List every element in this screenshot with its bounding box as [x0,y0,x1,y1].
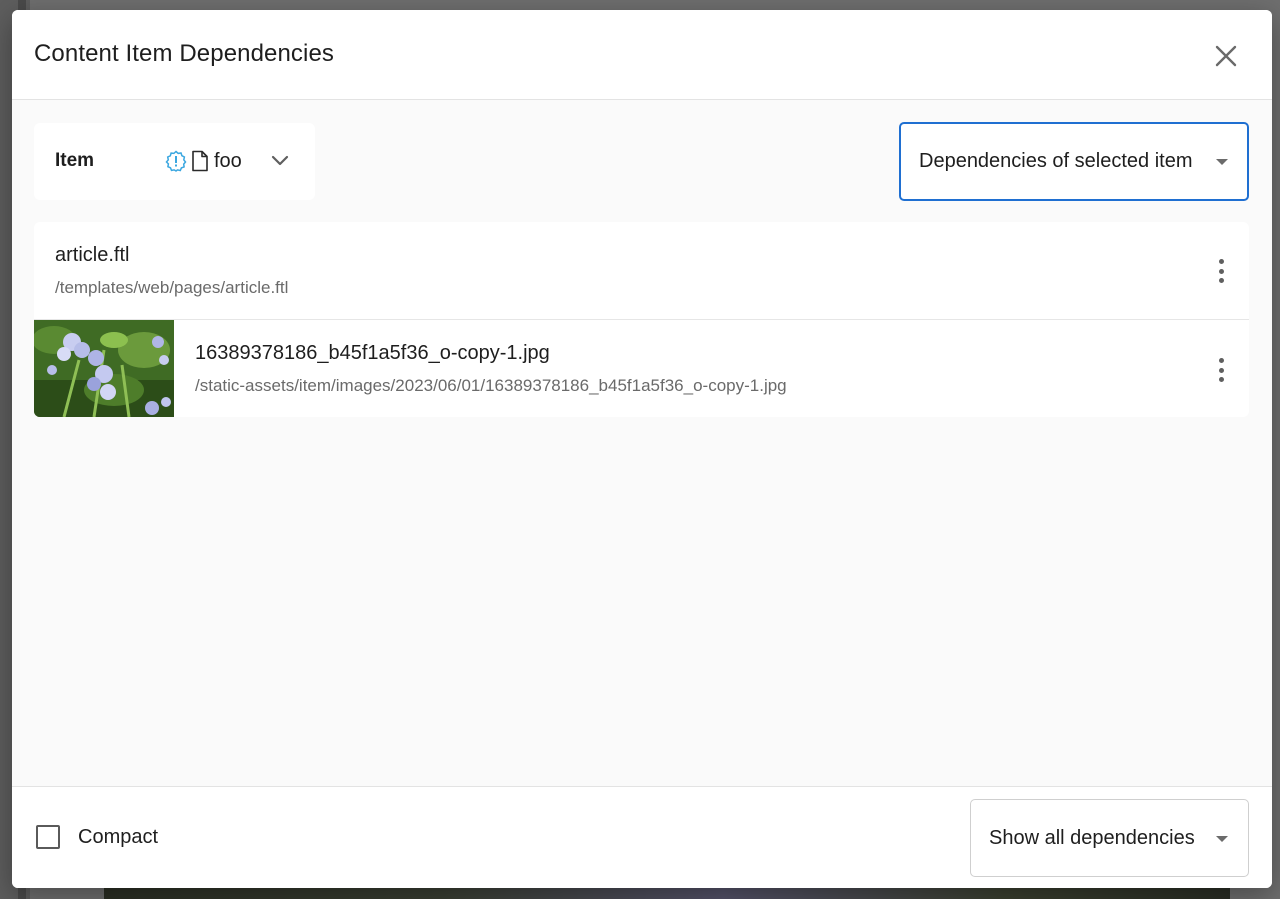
dependency-list: article.ftl /templates/web/pages/article… [34,222,1249,417]
thumbnail-image [34,320,174,417]
item-label: Item [55,150,95,171]
dependency-row[interactable]: article.ftl /templates/web/pages/article… [34,222,1249,320]
warning-badge-icon [164,149,188,173]
dependency-mode-value: Dependencies of selected item [919,150,1193,172]
dialog-footer: Compact Show all dependencies [12,786,1272,888]
compact-checkbox[interactable] [36,825,60,849]
dependency-name: article.ftl [55,244,130,266]
dependency-row[interactable]: 16389378186_b45f1a5f36_o-copy-1.jpg /sta… [34,320,1249,417]
dependency-mode-select[interactable]: Dependencies of selected item [899,122,1249,201]
more-vertical-icon[interactable] [1209,256,1233,286]
show-dependencies-value: Show all dependencies [989,827,1195,849]
dialog-header: Content Item Dependencies [12,10,1272,100]
close-icon [1215,45,1237,67]
show-dependencies-select[interactable]: Show all dependencies [970,799,1249,877]
dependencies-dialog: Content Item Dependencies Item foo Depen… [12,10,1272,888]
dependency-path: /static-assets/item/images/2023/06/01/16… [195,376,787,395]
dependency-name: 16389378186_b45f1a5f36_o-copy-1.jpg [195,342,550,364]
close-button[interactable] [1208,38,1244,74]
caret-down-icon [1216,836,1228,842]
dependency-path: /templates/web/pages/article.ftl [55,278,289,297]
file-icon [188,149,212,173]
dialog-title: Content Item Dependencies [34,40,335,67]
backdrop-bottom [104,888,1230,899]
item-selector[interactable]: foo [164,140,304,182]
selected-item-name: foo [214,149,242,172]
compact-label: Compact [78,826,159,848]
item-picker-card: Item foo [34,123,315,200]
chevron-down-icon [270,150,290,175]
caret-down-icon [1216,159,1228,165]
more-vertical-icon[interactable] [1209,355,1233,385]
